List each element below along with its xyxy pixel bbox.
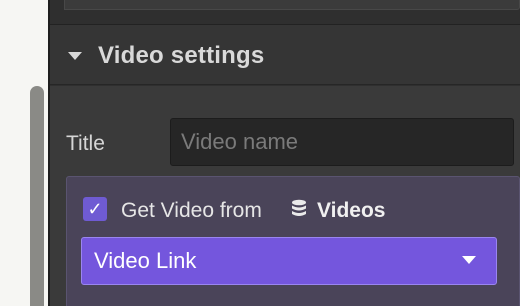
section-title: Video settings <box>98 42 265 69</box>
database-icon <box>292 199 306 216</box>
field-select-value: Video Link <box>94 248 197 273</box>
collection-name: Videos <box>317 199 386 222</box>
canvas-area <box>0 0 48 306</box>
field-select[interactable]: Video Link <box>81 237 497 285</box>
get-from-cms-checkbox[interactable]: ✓ <box>83 197 107 221</box>
video-settings-body: Title ✓ Get Video from Videos Video Link <box>50 86 520 306</box>
previous-section-footer <box>64 0 520 10</box>
expand-triangle-icon[interactable] <box>68 52 82 60</box>
checkmark-icon: ✓ <box>87 199 103 219</box>
settings-panel: Video settings Title ✓ Get Video from Vi… <box>50 0 520 306</box>
designer-window: Video settings Title ✓ Get Video from Vi… <box>0 0 520 306</box>
canvas-scrollbar[interactable] <box>30 86 44 306</box>
video-settings-header[interactable]: Video settings <box>50 25 520 85</box>
chevron-down-icon[interactable] <box>462 256 476 264</box>
title-input[interactable] <box>170 118 514 166</box>
get-video-label: Get Video from <box>121 199 262 222</box>
title-label: Title <box>66 132 105 155</box>
cms-binding-box: ✓ Get Video from Videos Video Link <box>66 176 520 306</box>
